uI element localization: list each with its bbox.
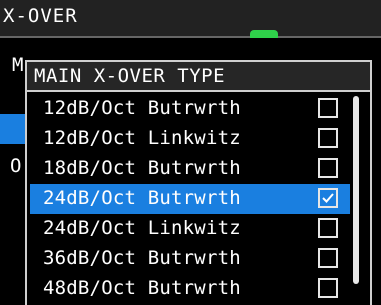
checkbox[interactable] (318, 128, 338, 148)
checkbox[interactable] (318, 98, 338, 118)
list-item-label: 24dB/Oct Linkwitz (43, 217, 241, 239)
background-selected-row (0, 114, 26, 144)
list-item-label: 12dB/Oct Butrwrth (43, 97, 241, 119)
list-item[interactable]: 24dB/Oct Linkwitz (30, 214, 350, 244)
list-item-selected[interactable]: 24dB/Oct Butrwrth (30, 184, 350, 214)
title-bar: X-OVER (0, 0, 381, 38)
background-label-initial: M (12, 54, 24, 76)
list-item-label: 24dB/Oct Butrwrth (43, 187, 241, 209)
checkbox[interactable] (318, 158, 338, 178)
checkbox[interactable] (318, 218, 338, 238)
list-item[interactable]: 48dB/Oct Butrwrth (30, 274, 350, 304)
list-item[interactable]: 12dB/Oct Butrwrth (30, 94, 350, 124)
scrollbar[interactable] (353, 96, 361, 305)
xover-type-popup: MAIN X-OVER TYPE 12dB/Oct Butrwrth 12dB/… (25, 60, 372, 305)
list-item-label: 36dB/Oct Butrwrth (43, 247, 241, 269)
list-item[interactable]: 18dB/Oct Butrwrth (30, 154, 350, 184)
popup-title: MAIN X-OVER TYPE (34, 65, 226, 87)
list-item-label: 48dB/Oct Butrwrth (43, 277, 241, 299)
checkbox-checked[interactable] (318, 188, 338, 208)
xover-type-list[interactable]: 12dB/Oct Butrwrth 12dB/Oct Linkwitz 18dB… (30, 94, 350, 305)
background-label-initial-2: O (10, 155, 22, 177)
list-item[interactable]: 12dB/Oct Linkwitz (30, 124, 350, 154)
list-item-label: 18dB/Oct Butrwrth (43, 157, 241, 179)
screen-title: X-OVER (3, 5, 78, 27)
green-indicator (250, 30, 278, 38)
scrollbar-thumb[interactable] (353, 96, 359, 284)
checkbox[interactable] (318, 248, 338, 268)
checkbox[interactable] (318, 278, 338, 298)
screen: X-OVER M O MAIN X-OVER TYPE 12dB/Oct But… (0, 0, 381, 305)
list-item[interactable]: 36dB/Oct Butrwrth (30, 244, 350, 274)
checkmark-icon (322, 193, 334, 203)
list-item-label: 12dB/Oct Linkwitz (43, 127, 241, 149)
popup-header: MAIN X-OVER TYPE (27, 62, 370, 92)
